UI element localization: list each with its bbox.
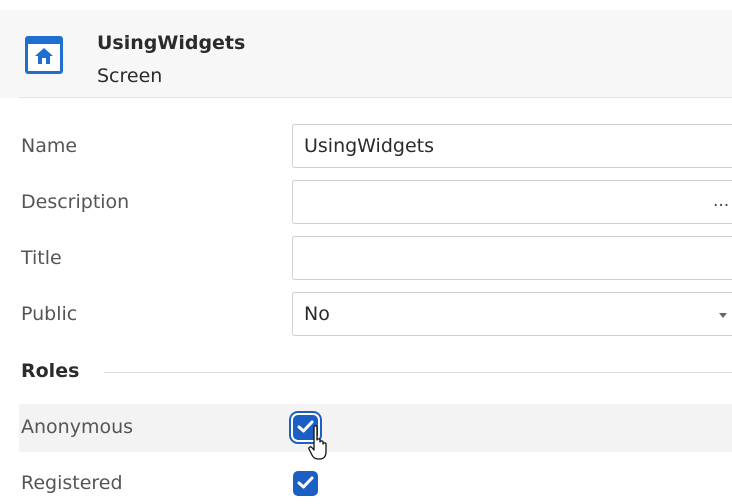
name-label: Name: [21, 135, 78, 157]
name-input[interactable]: [292, 124, 732, 168]
registered-checkbox[interactable]: [293, 471, 318, 496]
element-header: UsingWidgets Screen: [0, 10, 732, 98]
public-label: Public: [21, 303, 78, 325]
description-label: Description: [21, 191, 130, 213]
roles-heading: Roles: [21, 360, 80, 382]
description-more-button[interactable]: ...: [713, 191, 729, 211]
role-label-registered: Registered: [21, 472, 123, 494]
title-label: Title: [21, 247, 62, 269]
description-input[interactable]: [292, 180, 732, 224]
screen-icon: [25, 36, 63, 74]
properties-panel: UsingWidgets Screen Name Description ...…: [0, 0, 732, 504]
roles-divider: [104, 372, 732, 373]
element-type: Screen: [97, 65, 163, 87]
public-select-value: No: [304, 303, 330, 325]
header-divider: [19, 97, 732, 98]
hand-cursor-icon: [308, 425, 327, 460]
public-select[interactable]: No: [292, 292, 732, 336]
element-title: UsingWidgets: [97, 32, 246, 54]
role-label-anonymous: Anonymous: [21, 416, 134, 438]
chevron-down-icon[interactable]: [719, 313, 727, 318]
title-input[interactable]: [292, 236, 732, 280]
